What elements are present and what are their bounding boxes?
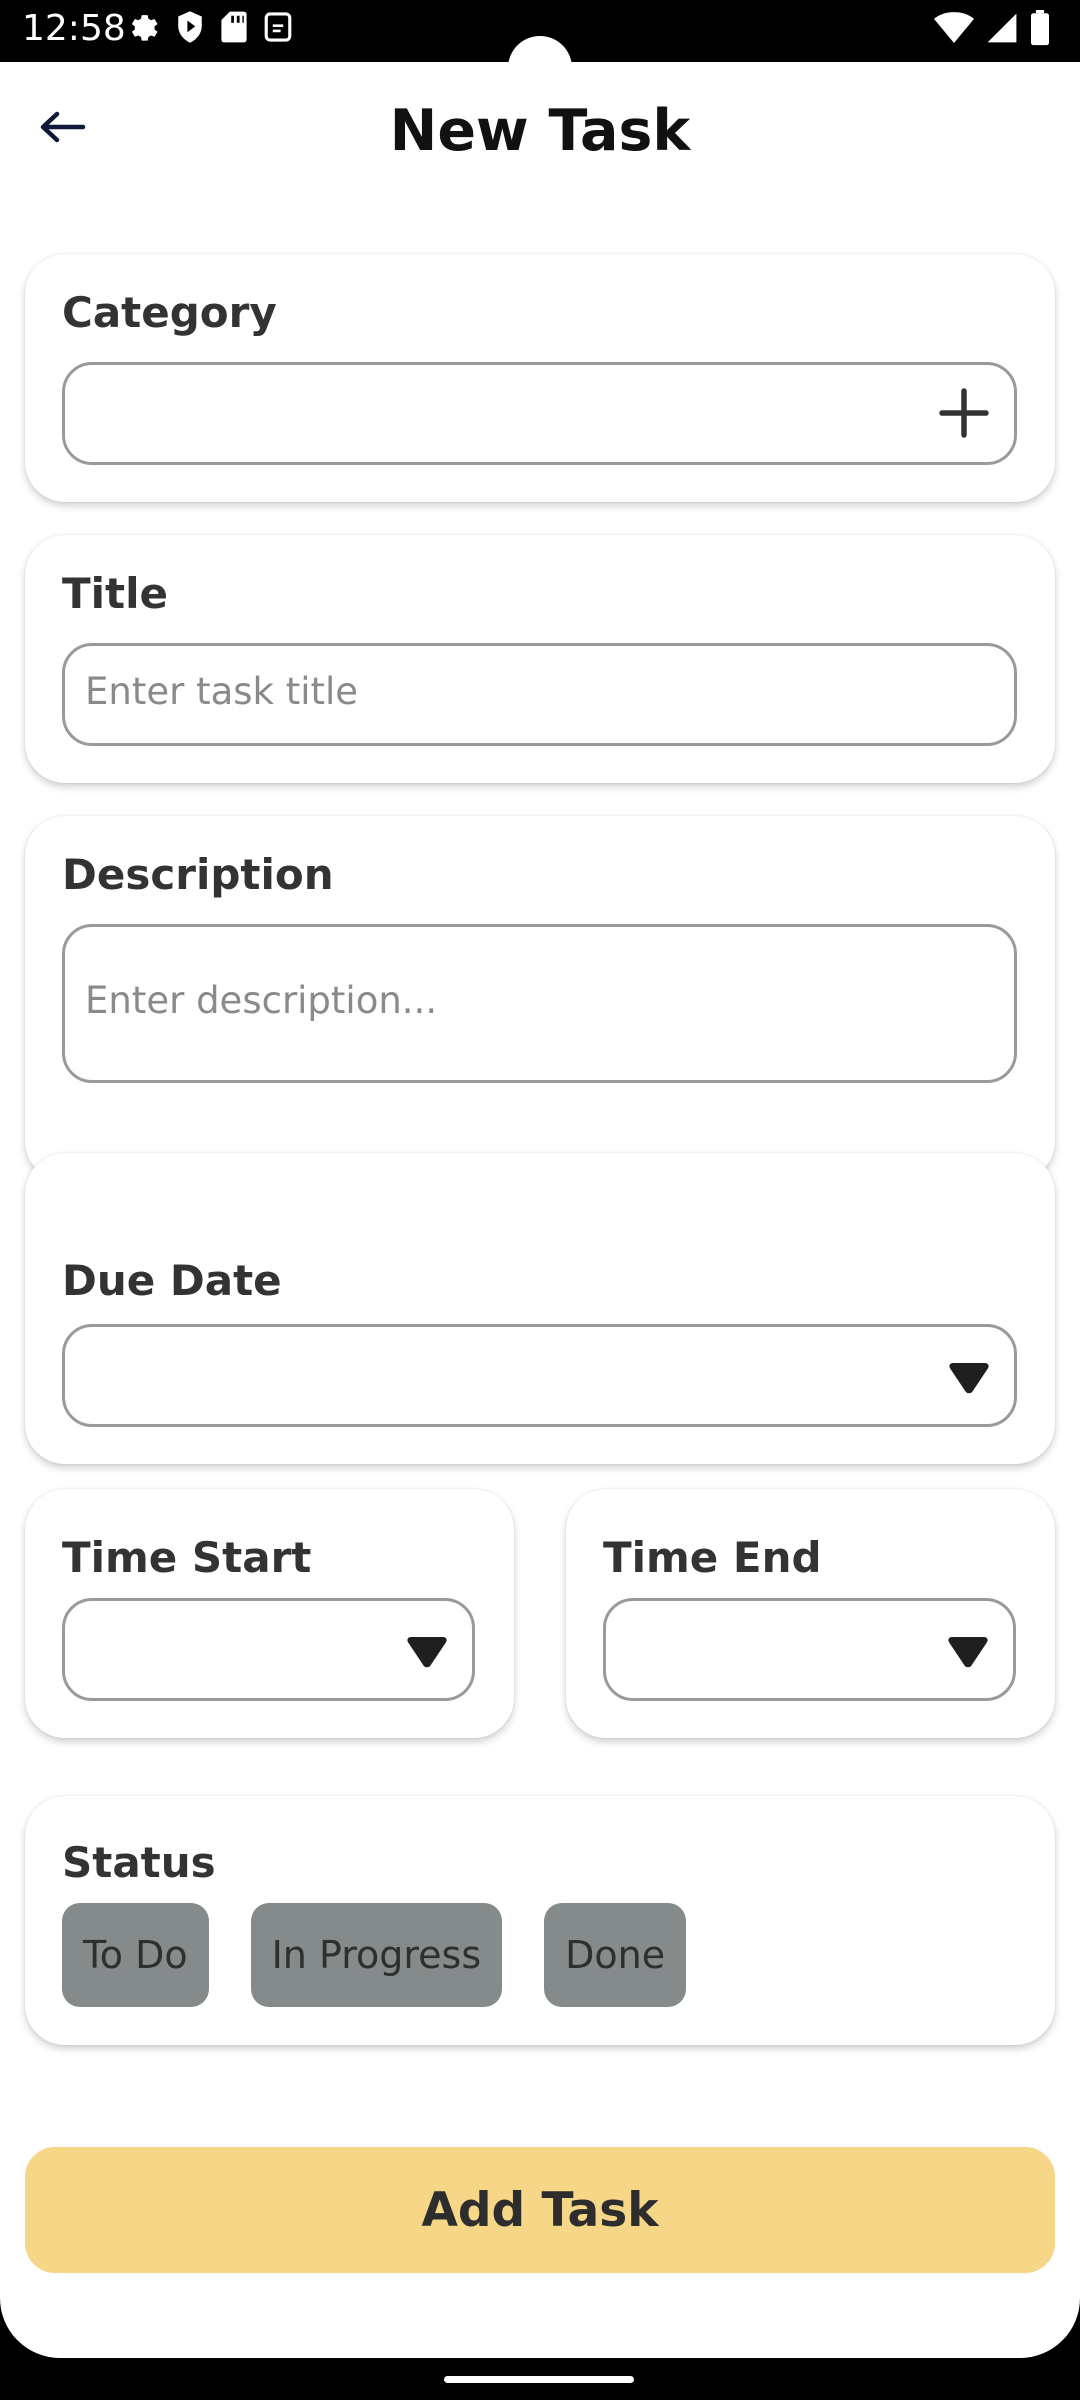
- gear-icon: [126, 10, 160, 48]
- status-chip-in-progress[interactable]: In Progress: [250, 1903, 503, 2007]
- title-input[interactable]: Enter task title: [62, 643, 1017, 746]
- status-left-icons: [126, 10, 294, 48]
- status-options: To Do In Progress Done: [62, 1903, 687, 2007]
- dropdown-triangle-icon: [945, 1631, 991, 1671]
- category-label: Category: [62, 288, 277, 337]
- time-start-label: Time Start: [62, 1533, 312, 1582]
- status-chip-done[interactable]: Done: [544, 1903, 687, 2007]
- wifi-icon: [934, 11, 974, 49]
- category-field[interactable]: [62, 362, 1017, 465]
- battery-icon: [1030, 10, 1050, 50]
- time-end-field[interactable]: [603, 1598, 1016, 1701]
- due-date-label: Due Date: [62, 1256, 282, 1305]
- title-label: Title: [62, 569, 169, 618]
- dropdown-triangle-icon: [404, 1631, 450, 1671]
- description-placeholder: Enter description...: [85, 979, 438, 1022]
- description-input[interactable]: Enter description...: [62, 924, 1017, 1083]
- status-label: Status: [62, 1838, 216, 1887]
- time-end-card: Time End: [566, 1489, 1055, 1738]
- time-start-card: Time Start: [25, 1489, 514, 1738]
- time-start-field[interactable]: [62, 1598, 475, 1701]
- cell-signal-icon: [986, 11, 1018, 49]
- description-label: Description: [62, 850, 334, 899]
- home-indicator[interactable]: [444, 2376, 634, 2383]
- description-card: Description Enter description...: [25, 816, 1055, 1181]
- plus-icon[interactable]: [936, 385, 992, 441]
- title-card: Title Enter task title: [25, 535, 1055, 783]
- play-shield-icon: [174, 10, 206, 48]
- add-task-button[interactable]: Add Task: [25, 2147, 1055, 2273]
- due-date-field[interactable]: [62, 1324, 1017, 1427]
- camera-notch: [508, 36, 572, 100]
- category-card: Category: [25, 254, 1055, 502]
- title-placeholder: Enter task title: [85, 670, 359, 713]
- status-card: Status To Do In Progress Done: [25, 1796, 1055, 2045]
- time-end-label: Time End: [603, 1533, 822, 1582]
- status-chip-todo[interactable]: To Do: [62, 1903, 209, 2007]
- dropdown-triangle-icon: [946, 1357, 992, 1397]
- status-right-icons: [934, 10, 1050, 50]
- due-date-card: Due Date: [25, 1153, 1055, 1464]
- sd-card-icon: [220, 10, 248, 48]
- screen-record-icon: [262, 10, 294, 48]
- page-title: New Task: [389, 98, 691, 164]
- app-screen: New Task Category Title Enter task title…: [0, 62, 1080, 2358]
- status-time: 12:58: [22, 8, 126, 49]
